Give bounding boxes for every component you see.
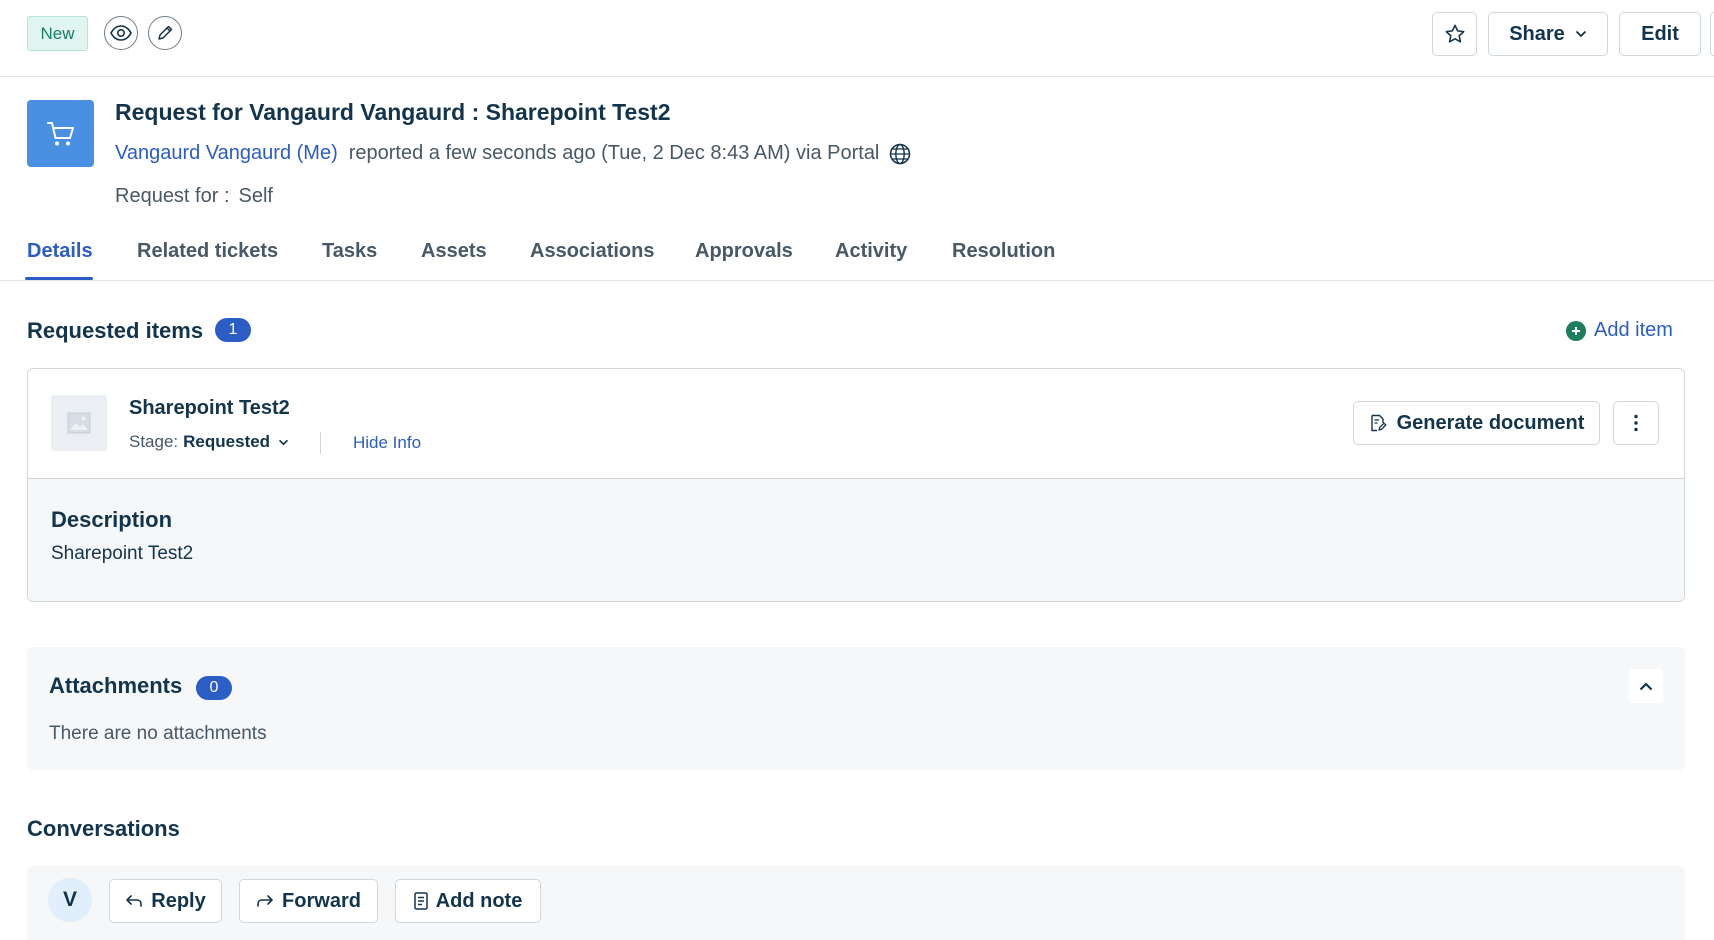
hide-info-link[interactable]: Hide Info (353, 433, 421, 453)
tab-activity[interactable]: Activity (835, 240, 907, 263)
requested-item-card: Sharepoint Test2 Stage: Requested Hide I… (27, 368, 1685, 602)
edit-note-button[interactable] (148, 16, 182, 50)
attachments-empty-text: There are no attachments (49, 723, 267, 744)
item-header: Sharepoint Test2 Stage: Requested Hide I… (28, 369, 1684, 479)
eye-icon (110, 25, 132, 41)
ticket-title: Request for Vangaurd Vangaurd : Sharepoi… (115, 99, 671, 125)
active-tab-indicator (25, 277, 93, 280)
attachments-title: Attachments (49, 673, 183, 698)
chevron-up-icon (1639, 681, 1653, 691)
favorite-button[interactable] (1432, 12, 1477, 56)
attachments-panel: Attachments 0 There are no attachments (27, 647, 1685, 770)
stage-dropdown[interactable]: Stage: Requested (129, 432, 289, 452)
divider (320, 432, 321, 454)
reply-button[interactable]: Reply (109, 879, 222, 923)
tab-details[interactable]: Details (27, 240, 93, 263)
watch-button[interactable] (104, 16, 138, 50)
share-label: Share (1509, 22, 1565, 45)
stage-value: Requested (183, 432, 271, 451)
tab-associations[interactable]: Associations (530, 240, 654, 263)
stage-label: Stage: (129, 432, 179, 451)
add-note-button[interactable]: Add note (395, 879, 541, 923)
tab-tasks[interactable]: Tasks (322, 240, 377, 263)
generate-document-label: Generate document (1396, 411, 1585, 434)
pencil-icon (156, 24, 174, 42)
description-title: Description (51, 507, 173, 532)
reply-icon (125, 894, 143, 908)
item-name: Sharepoint Test2 (129, 397, 290, 419)
forward-icon (256, 894, 274, 908)
tab-assets[interactable]: Assets (421, 240, 487, 263)
ticket-meta: Vangaurd Vangaurd (Me) reported a few se… (115, 142, 911, 165)
tab-approvals[interactable]: Approvals (695, 240, 793, 263)
document-icon (1369, 414, 1387, 432)
conversation-actions-bar: V Reply Forward Add note (27, 866, 1685, 940)
avatar: V (48, 878, 92, 922)
item-description-panel: Description Sharepoint Test2 (28, 479, 1684, 601)
tab-resolution[interactable]: Resolution (952, 240, 1055, 263)
collapse-attachments-button[interactable] (1629, 669, 1663, 703)
more-actions-button[interactable] (1710, 12, 1714, 56)
chevron-down-icon (1575, 30, 1587, 38)
description-text: Sharepoint Test2 (51, 543, 194, 564)
cart-icon (46, 120, 76, 148)
forward-button[interactable]: Forward (239, 879, 378, 923)
star-icon (1444, 23, 1466, 45)
image-placeholder-icon (67, 412, 91, 434)
reported-text: reported a few seconds ago (Tue, 2 Dec 8… (348, 142, 880, 164)
request-for: Request for : Self (115, 185, 273, 208)
edit-button[interactable]: Edit (1619, 12, 1701, 56)
forward-label: Forward (282, 889, 361, 912)
tab-related-tickets[interactable]: Related tickets (137, 240, 278, 263)
conversations-title: Conversations (27, 816, 180, 841)
generate-document-button[interactable]: Generate document (1353, 401, 1600, 445)
globe-icon (889, 143, 911, 165)
request-for-value: Self (238, 185, 273, 207)
plus-circle-icon (1566, 320, 1586, 341)
add-note-label: Add note (435, 889, 523, 912)
kebab-icon (1634, 414, 1638, 432)
attachments-count: 0 (196, 676, 232, 700)
item-thumbnail (51, 395, 107, 451)
request-for-label: Request for : (115, 185, 230, 207)
requested-items-title: Requested items (27, 318, 204, 343)
requester-link[interactable]: Vangaurd Vangaurd (Me) (115, 142, 338, 165)
requested-items-count: 1 (215, 318, 251, 342)
add-item-button[interactable]: Add item (1566, 319, 1673, 342)
status-badge: New (27, 16, 88, 51)
chevron-down-icon (278, 439, 289, 446)
share-button[interactable]: Share (1488, 12, 1608, 56)
item-more-button[interactable] (1613, 401, 1659, 445)
ticket-type-icon (27, 100, 94, 167)
top-bar: New Share Edit (0, 0, 1714, 77)
reply-label: Reply (151, 889, 206, 912)
note-icon (413, 892, 428, 910)
add-item-label: Add item (1594, 319, 1673, 341)
tab-bar: Details Related tickets Tasks Assets Ass… (0, 232, 1714, 281)
